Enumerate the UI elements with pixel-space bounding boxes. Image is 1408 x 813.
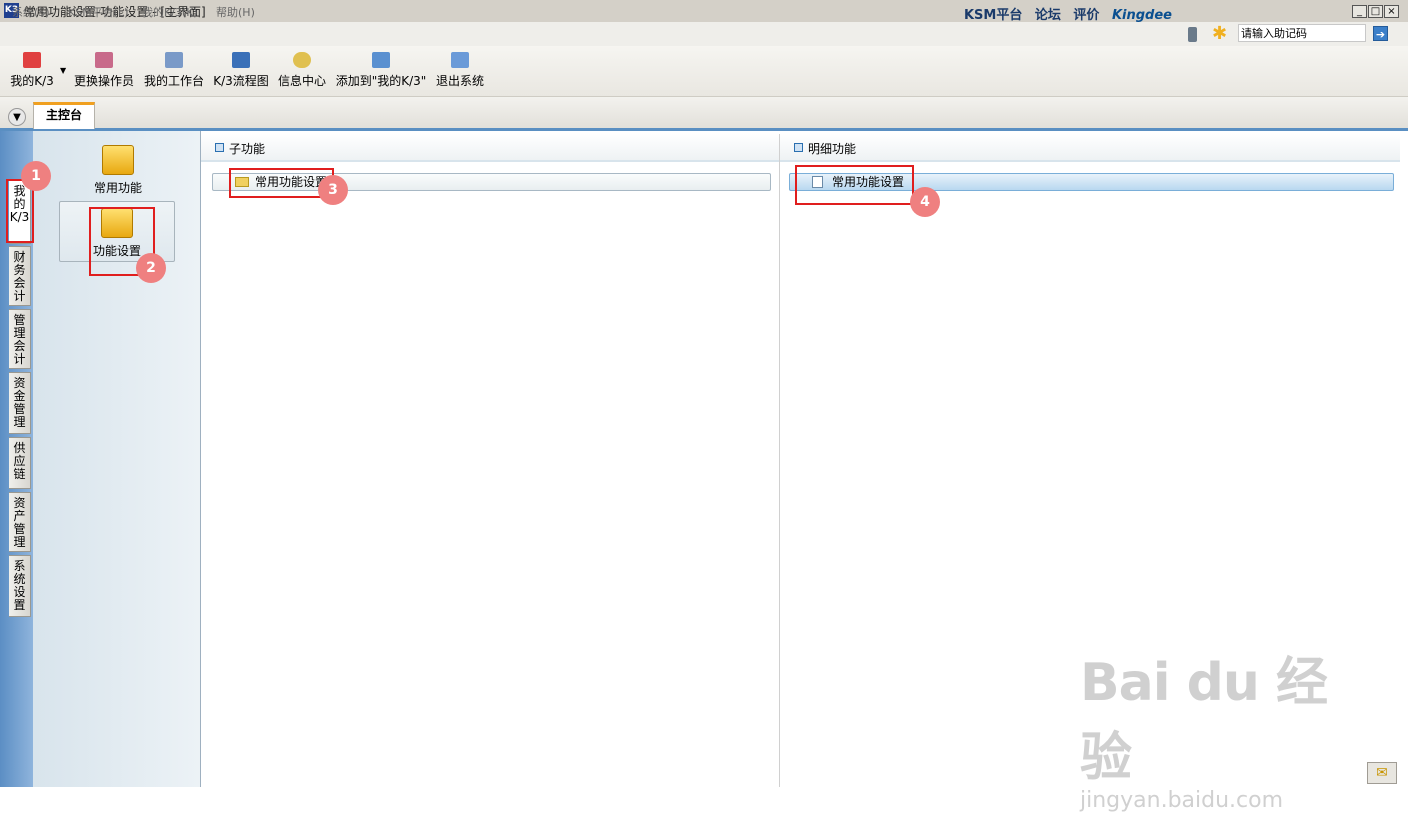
leftnav-item-fund-management[interactable]: 资金管理: [9, 372, 31, 434]
maximize-button[interactable]: □: [1368, 5, 1383, 18]
menu-my-k3[interactable]: 我的K/3(K): [142, 4, 198, 20]
add-note-icon: [372, 52, 390, 68]
menu-help[interactable]: 帮助(H): [216, 4, 255, 20]
leftnav-item-system-settings[interactable]: 系统设置: [9, 555, 31, 617]
rating-link[interactable]: 评价: [1073, 8, 1099, 23]
tab-strip: [0, 97, 1408, 131]
k3-flowchart-label: K/3流程图: [213, 74, 269, 88]
menu-system[interactable]: 系统(S): [12, 4, 50, 20]
title-bar: [0, 0, 1408, 23]
annotation-badge-2: 2: [136, 253, 166, 283]
switch-operator-label: 更换操作员: [73, 74, 134, 88]
add-to-my-k3-label: 添加到"我的K/3": [335, 74, 427, 88]
module-common-functions-label: 常用功能: [93, 181, 142, 195]
mnemonic-code-input[interactable]: [1238, 24, 1366, 42]
annotation-badge-1: 1: [21, 161, 51, 191]
square-bullet-icon: [794, 143, 803, 152]
annotation-box-4: [795, 165, 914, 205]
leftnav-item-management-accounting[interactable]: 管理会计: [9, 309, 31, 369]
info-center-label: 信息中心: [277, 74, 326, 88]
pen-icon: [165, 52, 183, 68]
sub-function-header: 子功能: [201, 134, 779, 162]
message-icon: [293, 52, 311, 68]
detail-function-title: 明细功能: [808, 142, 857, 156]
switch-operator-button[interactable]: 更换操作员: [72, 50, 136, 89]
my-k3-button[interactable]: 我的K/3: [8, 50, 56, 89]
top-links: KSM平台 论坛 评价 Kingdee: [964, 4, 1180, 23]
baidu-watermark: Bai du 经验 jingyan.baidu.com: [1080, 640, 1340, 813]
go-arrow-icon[interactable]: ➔: [1373, 26, 1388, 41]
module-common-functions[interactable]: 常用功能: [88, 145, 148, 201]
minimize-button[interactable]: _: [1352, 5, 1367, 18]
my-workbench-label: 我的工作台: [143, 74, 204, 88]
k3-flowchart-button[interactable]: K/3流程图: [212, 50, 270, 89]
watermark-sub-text: jingyan.baidu.com: [1080, 788, 1284, 813]
sub-function-title: 子功能: [229, 142, 266, 156]
tab-dropdown-icon[interactable]: ▼: [8, 108, 26, 126]
my-k3-label: 我的K/3: [10, 74, 54, 88]
mail-icon[interactable]: ✉: [1367, 762, 1397, 784]
leftnav-item-supply-chain[interactable]: 供应链: [9, 437, 31, 489]
ksm-platform-link[interactable]: KSM平台: [964, 8, 1022, 23]
chevron-down-icon[interactable]: ▼: [60, 66, 66, 75]
pane-divider[interactable]: [779, 134, 780, 787]
annotation-badge-4: 4: [910, 187, 940, 217]
tab-main-console[interactable]: 主控台: [33, 102, 95, 129]
add-to-my-k3-button[interactable]: 添加到"我的K/3": [334, 50, 428, 89]
square-bullet-icon: [215, 143, 224, 152]
info-center-button[interactable]: 信息中心: [276, 50, 328, 89]
leftnav-item-financial-accounting[interactable]: 财务会计: [9, 246, 31, 306]
star-icon: [23, 52, 41, 68]
menu-ksm-platform[interactable]: KSM平台(L): [68, 4, 128, 20]
detail-function-header: 明细功能: [780, 134, 1400, 162]
exit-icon: [451, 52, 469, 68]
box-icon: [102, 145, 134, 175]
pinwheel-icon: ✱: [1212, 23, 1228, 44]
watermark-main-text: Bai du 经验: [1080, 653, 1328, 788]
kingdee-logo: Kingdee: [1111, 8, 1172, 23]
leftnav-item-asset-management[interactable]: 资产管理: [9, 492, 31, 552]
flowchart-icon: [232, 52, 250, 68]
users-icon: [95, 52, 113, 68]
phone-icon[interactable]: [1188, 27, 1197, 42]
my-workbench-button[interactable]: 我的工作台: [142, 50, 206, 89]
forum-link[interactable]: 论坛: [1035, 8, 1061, 23]
annotation-badge-3: 3: [318, 175, 348, 205]
exit-system-label: 退出系统: [435, 74, 484, 88]
close-button[interactable]: ×: [1384, 5, 1399, 18]
exit-system-button[interactable]: 退出系统: [434, 50, 486, 89]
